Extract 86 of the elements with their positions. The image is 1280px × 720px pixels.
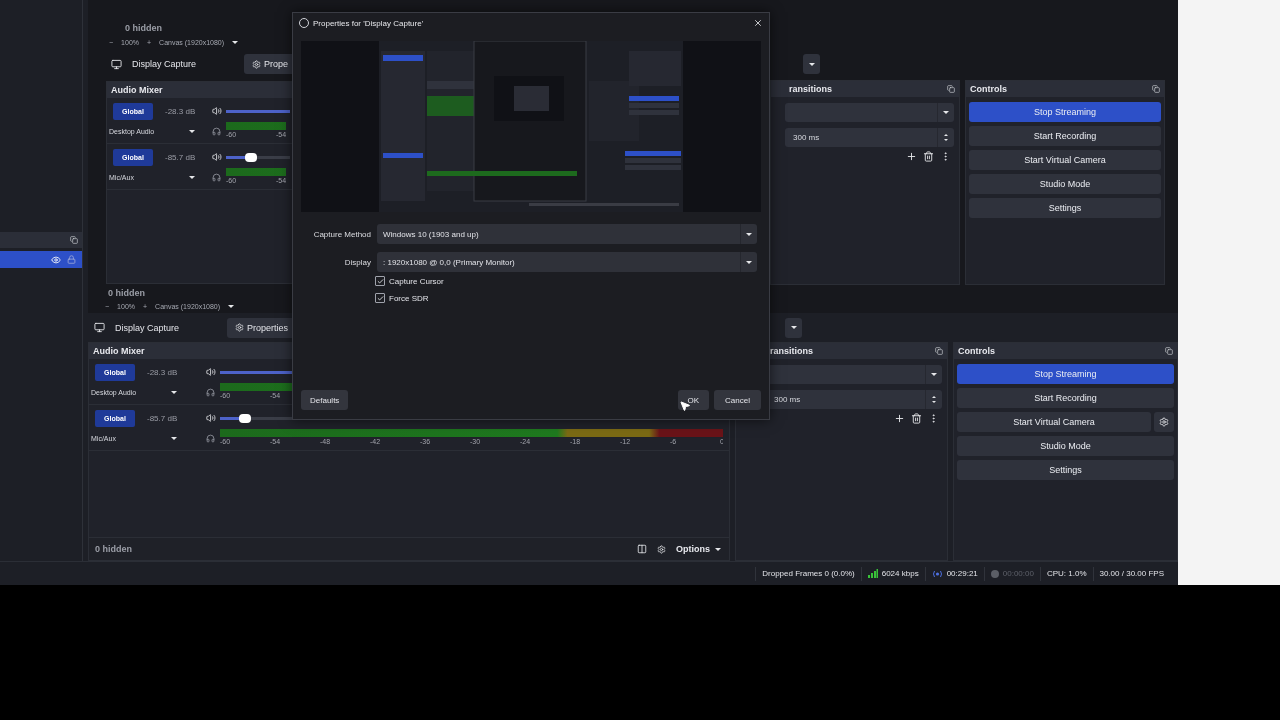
volume-reading: -85.7 dB (165, 152, 196, 162)
lock-icon (67, 255, 76, 264)
headphones-icon (212, 126, 221, 136)
caret-icon[interactable] (171, 390, 177, 394)
panel-title: Controls (958, 346, 995, 356)
control-button[interactable]: Start Recording (957, 388, 1174, 408)
control-button[interactable]: Settings (957, 460, 1174, 480)
speaker-icon (212, 106, 222, 116)
panel-title: ransitions (789, 84, 832, 94)
panel-title: ransitions (770, 346, 813, 356)
add-icon[interactable] (906, 151, 917, 162)
status-text: Dropped Frames 0 (0.0%) (762, 569, 855, 578)
signal-bars-icon (867, 569, 878, 578)
defaults-button[interactable]: Defaults (301, 390, 349, 410)
headphones-icon (206, 433, 215, 443)
hidden-count: 0 hidden (95, 544, 132, 554)
field-label: Display (343, 257, 371, 267)
dropdown-button[interactable] (803, 54, 820, 74)
monitor-icon (94, 322, 105, 333)
status-text: CPU: 1.0% (1046, 569, 1087, 578)
caret-icon[interactable] (232, 40, 239, 44)
gear-icon (1159, 417, 1169, 427)
source-list-item[interactable] (0, 251, 82, 268)
control-button[interactable]: Settings (969, 198, 1161, 218)
checkbox[interactable] (375, 276, 385, 286)
source-name: Display Capture (132, 59, 197, 69)
eye-icon (51, 254, 61, 265)
gear-icon (252, 59, 262, 69)
float-icon (1165, 347, 1173, 355)
speaker-icon (206, 413, 216, 423)
volume-slider-thumb[interactable] (245, 152, 258, 162)
headphones-icon (212, 172, 221, 182)
control-button[interactable]: Studio Mode (957, 436, 1174, 456)
status-text: 30.00 / 30.00 FPS (1099, 569, 1164, 578)
volume-slider-thumb[interactable] (239, 413, 252, 423)
control-button[interactable]: Start Virtual Camera (969, 150, 1161, 170)
dropdown-button[interactable] (785, 317, 802, 338)
volume-reading: -28.3 dB (147, 367, 178, 377)
duration-field[interactable]: 300 ms (785, 128, 954, 147)
panel-title: Controls (970, 84, 1007, 94)
cancel-button[interactable]: Cancel (714, 390, 761, 410)
dropdown-field[interactable]: : 1920x1080 @ 0,0 (Primary Monitor) (377, 252, 757, 272)
checkbox-label: Capture Cursor (389, 276, 444, 286)
options-button[interactable]: Options (676, 544, 729, 554)
dropdown-field[interactable]: Windows 10 (1903 and up) (377, 224, 757, 244)
close-icon[interactable] (753, 18, 763, 28)
field-label: Capture Method (312, 229, 371, 239)
control-button[interactable]: Studio Mode (969, 174, 1161, 194)
control-button[interactable]: Start Virtual Camera (957, 412, 1151, 432)
columns-icon (637, 544, 647, 554)
panel-title: Audio Mixer (93, 346, 145, 356)
hidden-count: 0 hidden (108, 287, 145, 298)
status-text: 6024 kbps (881, 569, 919, 578)
camera-settings-button[interactable] (1154, 412, 1174, 432)
control-button[interactable]: Stop Streaming (969, 102, 1161, 122)
add-icon[interactable] (894, 413, 905, 424)
gear-icon (235, 323, 245, 332)
ok-button[interactable]: OK (677, 390, 710, 410)
trash-icon[interactable] (911, 413, 922, 424)
source-name: Display Capture (115, 322, 180, 333)
hidden-count: 0 hidden (125, 23, 162, 33)
float-icon (1152, 85, 1160, 93)
volume-reading: -28.3 dB (165, 106, 196, 116)
checkbox-label: Force SDR (389, 293, 429, 303)
volume-reading: -85.7 dB (147, 413, 178, 423)
caret-icon[interactable] (228, 305, 235, 308)
float-icon (935, 347, 943, 355)
float-icon (70, 236, 78, 244)
caret-icon[interactable] (189, 129, 195, 133)
trash-icon[interactable] (923, 151, 934, 162)
headphones-icon (206, 387, 215, 397)
caret-icon[interactable] (171, 436, 177, 440)
speaker-icon (212, 152, 222, 162)
caret-icon[interactable] (189, 175, 195, 179)
control-button[interactable]: Start Recording (969, 126, 1161, 146)
speaker-icon (206, 367, 216, 377)
record-dot-icon (990, 569, 999, 578)
checkbox[interactable] (375, 293, 385, 303)
float-icon (947, 85, 955, 93)
panel-title: Audio Mixer (111, 85, 163, 95)
control-button[interactable]: Stop Streaming (957, 364, 1174, 384)
status-text: 00:29:21 (946, 569, 978, 578)
monitor-icon (111, 58, 122, 70)
broadcast-icon (931, 569, 943, 578)
gear-icon (657, 544, 666, 554)
dialog-title: Properties for 'Display Capture' (313, 18, 425, 28)
